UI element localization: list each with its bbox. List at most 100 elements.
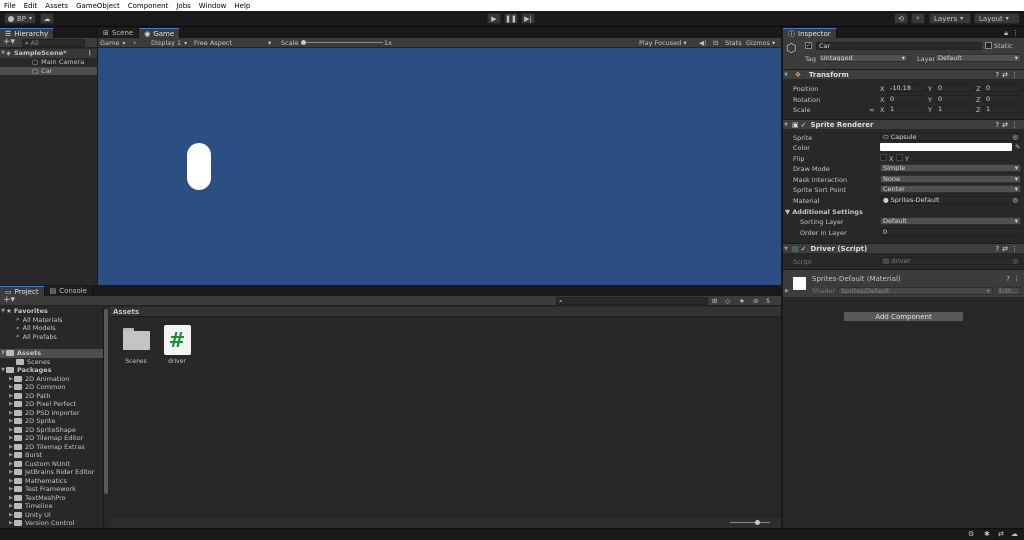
package-item[interactable]: ▶ Timeline — [0, 502, 103, 511]
favorite-star-icon[interactable]: ★ — [739, 297, 745, 305]
menu-component[interactable]: Component — [128, 2, 169, 10]
scene-row[interactable]: ▼ ◈ SampleScene* ⋮ — [0, 49, 97, 58]
history-button[interactable]: ⟲ — [894, 13, 908, 24]
menu-gameobject[interactable]: GameObject — [76, 2, 120, 10]
color-swatch[interactable] — [880, 143, 1012, 151]
package-item[interactable]: ▶ JetBrains Rider Editor — [0, 468, 103, 477]
tree-scrollbar[interactable] — [104, 307, 109, 527]
step-button[interactable]: ▶| — [521, 13, 535, 24]
hierarchy-item-car[interactable]: ▢ Car — [0, 66, 97, 75]
order-input[interactable]: 0 — [880, 228, 1021, 236]
bug-icon[interactable]: ✱ — [984, 530, 990, 538]
package-item[interactable]: ▶ Mathematics — [0, 477, 103, 486]
component-menu-icons[interactable]: ?⇄⋮ — [995, 245, 1024, 253]
lock-icon[interactable]: 🔒︎ — [1004, 29, 1008, 38]
tab-game[interactable]: ◉ Game — [139, 28, 181, 38]
tree-scrollbar-thumb[interactable] — [104, 309, 108, 494]
menu-edit[interactable]: Edit — [24, 2, 38, 10]
package-item[interactable]: ▶ 2D PSD Importer — [0, 409, 103, 418]
transform-x-input[interactable]: 0 — [887, 94, 926, 103]
packages-row[interactable]: ▼ Packages — [0, 366, 103, 375]
transform-z-input[interactable]: 1 — [983, 105, 1022, 113]
asset-scenes-folder[interactable]: Scenes — [121, 328, 151, 365]
transform-z-input[interactable]: 0 — [983, 84, 1022, 92]
flip-y-checkbox[interactable] — [896, 154, 903, 161]
project-search-input[interactable]: ⌕ — [556, 297, 708, 305]
stats-button[interactable]: Stats — [725, 39, 742, 47]
search-button[interactable]: ⌕ — [911, 13, 925, 24]
layers-dropdown[interactable]: Layers — [929, 13, 971, 24]
driver-header[interactable]: ▼ ▤ ✓ Driver (Script) ?⇄⋮ — [783, 243, 1024, 253]
sprite-field[interactable]: ⬭ Capsule ◎ — [880, 133, 1021, 141]
car-capsule-sprite[interactable] — [187, 143, 211, 190]
transform-y-input[interactable]: 0 — [935, 94, 974, 103]
chevron-down-icon[interactable]: ▼ — [783, 122, 789, 128]
menu-window[interactable]: Window — [199, 2, 227, 10]
favorites-row[interactable]: ▼ ★ Favorites — [0, 307, 103, 316]
package-item[interactable]: ▶ 2D Pixel Perfect — [0, 400, 103, 409]
tree-item-scenes[interactable]: Scenes — [0, 358, 103, 367]
filter-type-icon[interactable]: ⊞ — [712, 297, 717, 305]
transform-header[interactable]: ▼ ✥ Transform ?⇄⋮ — [783, 69, 1024, 79]
menu-assets[interactable]: Assets — [45, 2, 68, 10]
help-icon[interactable]: ? — [1006, 275, 1010, 283]
icon-size-slider[interactable] — [730, 520, 770, 525]
more-icon[interactable]: ⋮ — [1013, 275, 1020, 283]
account-button[interactable]: BP — [4, 13, 36, 24]
add-component-button[interactable]: Add Component — [843, 311, 964, 322]
add-icon[interactable]: +▾ — [3, 296, 15, 305]
package-item[interactable]: ▶ Version Control — [0, 519, 103, 528]
menu-file[interactable]: File — [4, 2, 16, 10]
object-name-input[interactable]: Car — [816, 42, 982, 50]
transform-x-input[interactable]: 1 — [887, 105, 926, 113]
material-field[interactable]: ● Sprites-Default ◎ — [880, 196, 1021, 204]
package-item[interactable]: ▶ Burst — [0, 451, 103, 460]
mask-dropdown[interactable]: None ▾ — [880, 175, 1021, 183]
filter-label-icon[interactable]: ◇ — [725, 297, 730, 305]
breadcrumb-assets[interactable]: Assets — [113, 308, 139, 316]
play-button[interactable]: ▶ — [487, 13, 501, 24]
sort-point-dropdown[interactable]: Center ▾ — [880, 185, 1021, 193]
pause-button[interactable]: ❚❚ — [504, 13, 518, 24]
package-item[interactable]: ▶ Test Framework — [0, 485, 103, 494]
chevron-down-icon[interactable]: ▼ — [783, 72, 789, 78]
tab-console[interactable]: ▤ Console — [44, 286, 93, 296]
sprite-renderer-header[interactable]: ▼ ▣ ✓ Sprite Renderer ?⇄⋮ — [783, 119, 1024, 129]
favorite-item[interactable]: ⌕ All Materials — [0, 315, 103, 325]
mute-icon[interactable]: ◀) — [699, 39, 707, 47]
menu-help[interactable]: Help — [234, 2, 250, 10]
transform-y-input[interactable]: 0 — [935, 84, 974, 92]
chevron-down-icon[interactable]: ▼ — [783, 246, 789, 252]
flip-x-checkbox[interactable] — [880, 154, 887, 161]
chevron-right-icon[interactable]: ▶ — [785, 288, 789, 294]
package-item[interactable]: ▶ 2D Animation — [0, 375, 103, 384]
transform-z-input[interactable]: 0 — [983, 94, 1022, 103]
eyedropper-icon[interactable]: ✎ — [1015, 143, 1020, 151]
hierarchy-search-input[interactable]: ⌕ All — [22, 39, 85, 47]
package-item[interactable]: ▶ Custom NUnit — [0, 460, 103, 469]
package-item[interactable]: ▶ 2D Common — [0, 383, 103, 392]
active-checkbox[interactable]: ✓ — [805, 42, 812, 49]
package-item[interactable]: ▶ 2D SpriteShape — [0, 426, 103, 435]
package-item[interactable]: ▶ 2D Path — [0, 392, 103, 401]
tab-inspector[interactable]: ⓘ Inspector — [783, 28, 837, 38]
link-icon[interactable]: ∞ — [869, 106, 874, 114]
transform-y-input[interactable]: 1 — [935, 105, 974, 113]
package-item[interactable]: ▶ 2D Sprite — [0, 417, 103, 426]
assets-row[interactable]: ▼ Assets — [0, 349, 103, 358]
resolution-icon[interactable]: ⊟ — [713, 39, 718, 47]
layout-dropdown[interactable]: Layout — [974, 13, 1020, 24]
object-picker-icon[interactable]: ◎ — [1012, 197, 1018, 203]
package-item[interactable]: ▶ 2D Tilemap Extras — [0, 443, 103, 452]
add-icon[interactable]: +▾ — [3, 38, 15, 47]
cloud-button[interactable]: ☁ — [40, 13, 54, 24]
game-mode-dropdown[interactable]: Game — [100, 39, 125, 47]
compile-icon[interactable]: ⚙ — [968, 530, 974, 538]
scale-slider-handle[interactable] — [301, 40, 306, 45]
gizmos-dropdown[interactable]: Gizmos ▾ — [746, 39, 775, 47]
additional-settings-foldout[interactable]: ▼ Additional Settings — [785, 208, 863, 216]
display-dropdown[interactable]: Display 1 — [151, 39, 187, 47]
object-picker-icon[interactable]: ◎ — [1012, 134, 1018, 140]
sorting-layer-dropdown[interactable]: Default ▾ — [880, 217, 1021, 225]
tab-scene[interactable]: ⊞ Scene — [98, 28, 140, 38]
